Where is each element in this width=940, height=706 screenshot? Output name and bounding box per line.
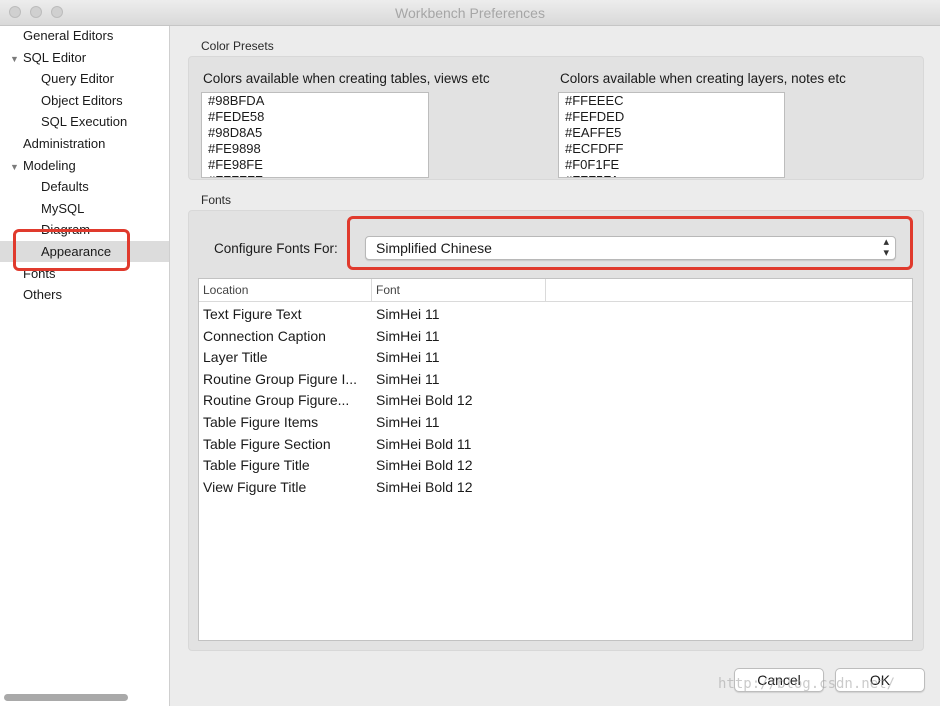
window-titlebar: Workbench Preferences (0, 0, 940, 26)
sidebar-item-diagram[interactable]: Diagram (41, 219, 90, 240)
location-cell: Routine Group Figure... (203, 392, 350, 409)
color-list-item[interactable]: #FEFDED (559, 109, 784, 125)
location-cell: View Figure Title (203, 478, 307, 495)
font-cell[interactable]: SimHei 11 (376, 326, 440, 347)
color-list-item[interactable]: #FE98FE (202, 157, 428, 173)
sidebar-item-label: MySQL (41, 200, 85, 216)
sidebar-item-label: Object Editors (41, 92, 123, 108)
color-list-item[interactable]: #98BFDA (202, 93, 428, 109)
layers-colors-list[interactable]: #FFEEEC#FEFDED#EAFFE5#ECFDFF#F0F1FE#FFF5… (558, 92, 785, 178)
font-cell[interactable]: SimHei Bold 12 (376, 477, 473, 498)
sidebar-item-label: Defaults (41, 179, 89, 195)
table-row[interactable]: Routine Group Figure... SimHei Bold 12 (199, 390, 912, 411)
table-row[interactable]: Table Figure Section SimHei Bold 11 (199, 434, 912, 455)
location-cell: Table Figure Items (203, 414, 319, 430)
configure-fonts-select[interactable]: Simplified Chinese ▴ ▾ (365, 236, 896, 260)
tables-colors-list[interactable]: #98BFDA#FEDE58#98D8A5#FE9898#FE98FE#FFFF… (201, 92, 429, 178)
color-list-item[interactable]: #FFFFFF (202, 173, 428, 177)
sidebar-item-mysql[interactable]: MySQL (41, 198, 84, 219)
preferences-sidebar: General Editors ▼ SQL Editor Query Editor Ob… (0, 26, 170, 706)
tables-colors-header: Colors available when creating tables, v… (203, 71, 490, 86)
window-title: Workbench Preferences (395, 5, 545, 21)
configure-fonts-label: Configure Fonts For: (214, 241, 338, 256)
location-cell: Table Figure Title (203, 457, 310, 474)
location-cell: Routine Group Figure I... (203, 370, 358, 387)
sidebar-item-fonts[interactable]: Fonts (10, 263, 56, 284)
location-cell: Text Figure Text (203, 306, 302, 322)
configure-fonts-value: Simplified Chinese (376, 240, 492, 256)
sidebar-item-sql-editor[interactable]: ▼ SQL Editor (10, 47, 86, 68)
sidebar-item-label: Administration (23, 136, 106, 151)
font-cell[interactable]: SimHei Bold 12 (376, 390, 473, 411)
font-cell[interactable]: SimHei Bold 11 (376, 434, 471, 455)
font-cell[interactable]: SimHei 11 (376, 412, 440, 433)
font-cell[interactable]: SimHei 11 (376, 347, 440, 368)
table-row[interactable]: Connection Caption SimHei 11 (199, 326, 912, 347)
sidebar-item-modeling[interactable]: ▼ Modeling (10, 155, 76, 176)
preferences-content: Color Presets Colors available when crea… (170, 26, 940, 706)
sidebar-item-label: SQL Editor (23, 49, 87, 65)
sidebar-horizontal-scrollbar[interactable] (4, 694, 128, 701)
sidebar-item-label: Appearance (41, 244, 112, 259)
sidebar-item-general-editors[interactable]: General Editors (10, 25, 113, 46)
font-cell[interactable]: SimHei 11 (376, 369, 440, 390)
sidebar-item-label: Others (23, 287, 63, 303)
sidebar-item-sql-execution[interactable]: SQL Execution (41, 111, 127, 132)
color-presets-group-label: Color Presets (201, 39, 274, 53)
color-list-item[interactable]: #FE9898 (202, 141, 428, 157)
location-cell: Table Figure Section (203, 435, 331, 452)
ok-button[interactable]: OK (835, 668, 925, 692)
font-cell[interactable]: SimHei 11 (376, 304, 440, 325)
location-cell: Layer Title (203, 349, 268, 366)
disclosure-triangle-icon[interactable]: ▼ (10, 157, 20, 178)
column-header-location[interactable]: Location (199, 279, 372, 301)
disclosure-triangle-icon[interactable]: ▼ (10, 49, 20, 70)
sidebar-item-query-editor[interactable]: Query Editor (41, 68, 114, 89)
chevron-up-down-icon: ▴ ▾ (883, 236, 889, 259)
layers-colors-header: Colors available when creating layers, n… (560, 71, 846, 86)
table-row[interactable]: Table Figure Items SimHei 11 (199, 412, 912, 433)
fonts-table-header: Location Font (199, 279, 912, 302)
color-list-item[interactable]: #FEDE58 (202, 109, 428, 125)
column-header-font[interactable]: Font (372, 279, 546, 301)
color-list-item[interactable]: #FFF5FA (559, 173, 784, 177)
table-row[interactable]: Table Figure Title SimHei Bold 12 (199, 455, 912, 476)
fonts-table: Location Font Text Figure Text SimHei 11 C… (198, 278, 913, 641)
sidebar-item-label: Fonts (23, 265, 56, 281)
sidebar-item-administration[interactable]: Administration (10, 133, 105, 154)
color-list-item[interactable]: #FFEEEC (559, 93, 784, 109)
sidebar-item-label: Query Editor (41, 71, 114, 87)
table-row[interactable]: Routine Group Figure I... SimHei 11 (199, 369, 912, 390)
sidebar-item-others[interactable]: Others (10, 284, 62, 305)
color-list-item[interactable]: #F0F1FE (559, 157, 784, 173)
sidebar-item-object-editors[interactable]: Object Editors (41, 90, 123, 111)
location-cell: Connection Caption (203, 327, 326, 344)
color-list-item[interactable]: #98D8A5 (202, 125, 428, 141)
table-row[interactable]: Layer Title SimHei 11 (199, 347, 912, 368)
sidebar-item-appearance[interactable]: Appearance (41, 241, 111, 262)
sidebar-item-label: SQL Execution (41, 114, 128, 130)
table-row[interactable]: View Figure Title SimHei Bold 12 (199, 477, 912, 498)
sidebar-item-label: General Editors (23, 28, 114, 43)
sidebar-item-label: Diagram (41, 222, 91, 238)
font-cell[interactable]: SimHei Bold 12 (376, 455, 473, 476)
sidebar-item-defaults[interactable]: Defaults (41, 176, 89, 197)
sidebar-item-label: Modeling (23, 157, 76, 173)
color-list-item[interactable]: #EAFFE5 (559, 125, 784, 141)
color-list-item[interactable]: #ECFDFF (559, 141, 784, 157)
table-row[interactable]: Text Figure Text SimHei 11 (199, 304, 912, 325)
cancel-button[interactable]: Cancel (734, 668, 824, 692)
fonts-group-label: Fonts (201, 193, 232, 207)
